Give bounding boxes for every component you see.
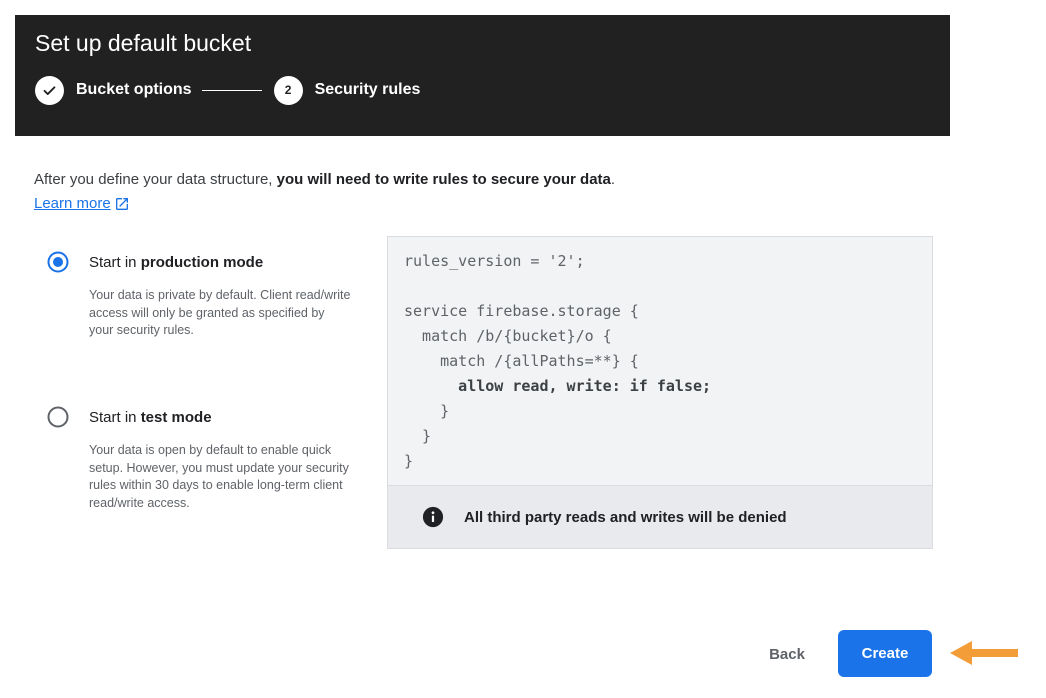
check-icon — [35, 75, 64, 105]
notice-text: All third party reads and writes will be… — [464, 508, 787, 526]
code-line: match /{allPaths=**} { — [404, 352, 639, 370]
test-mode-radio-row[interactable]: Start in test mode — [47, 406, 347, 428]
step-connector — [201, 89, 262, 91]
code-line: service firebase.storage { — [404, 302, 639, 320]
stepper: Bucket options 2 Security rules — [35, 75, 420, 105]
rules-notice: All third party reads and writes will be… — [388, 485, 932, 548]
intro-text: After you define your data structure, yo… — [34, 171, 615, 188]
radio-unselected-icon[interactable] — [47, 406, 69, 428]
back-button[interactable]: Back — [748, 632, 826, 676]
intro-text-bold: you will need to write rules to secure y… — [276, 171, 611, 188]
code-line-highlighted: allow read, write: if false; — [404, 377, 712, 395]
dialog-header: Set up default bucket Bucket options 2 S… — [15, 15, 950, 136]
dialog-title: Set up default bucket — [35, 30, 252, 56]
test-mode-label: Start in test mode — [89, 409, 212, 426]
learn-more-link[interactable]: Learn more — [34, 195, 130, 212]
step-label-security-rules: Security rules — [314, 81, 421, 98]
rules-code: rules_version = '2'; service firebase.sto… — [404, 249, 711, 474]
production-mode-label-bold: production mode — [140, 253, 264, 271]
create-button[interactable]: Create — [838, 630, 932, 677]
intro-text-end: . — [610, 171, 616, 188]
test-mode-label-bold: test mode — [140, 408, 212, 426]
arrow-left-icon — [950, 641, 1018, 665]
step-label-bucket-options: Bucket options — [76, 81, 192, 98]
code-line: } — [404, 452, 414, 470]
production-mode-radio-row[interactable]: Start in production mode — [47, 251, 347, 273]
production-mode-label-prefix: Start in — [89, 253, 141, 271]
intro-text-start: After you define your data structure, — [34, 171, 277, 188]
production-mode-description: Your data is private by default. Client … — [89, 288, 351, 337]
code-line: } — [404, 402, 450, 420]
code-line: match /b/{bucket}/o { — [404, 327, 612, 345]
step-number: 2 — [273, 75, 303, 105]
option-test-mode: Start in test mode Your data is open by … — [47, 406, 349, 512]
external-link-icon — [114, 196, 130, 212]
code-line: } — [404, 427, 432, 445]
learn-more-label: Learn more — [34, 195, 111, 212]
test-mode-description: Your data is open by default to enable q… — [89, 443, 349, 510]
test-mode-label-prefix: Start in — [89, 408, 141, 426]
info-icon — [422, 506, 444, 528]
code-line: rules_version = '2'; — [404, 252, 585, 270]
rules-code-panel: rules_version = '2'; service firebase.sto… — [387, 236, 933, 549]
production-mode-label: Start in production mode — [89, 254, 263, 271]
option-production-mode: Start in production mode Your data is pr… — [47, 251, 351, 340]
radio-selected-icon[interactable] — [47, 251, 69, 273]
